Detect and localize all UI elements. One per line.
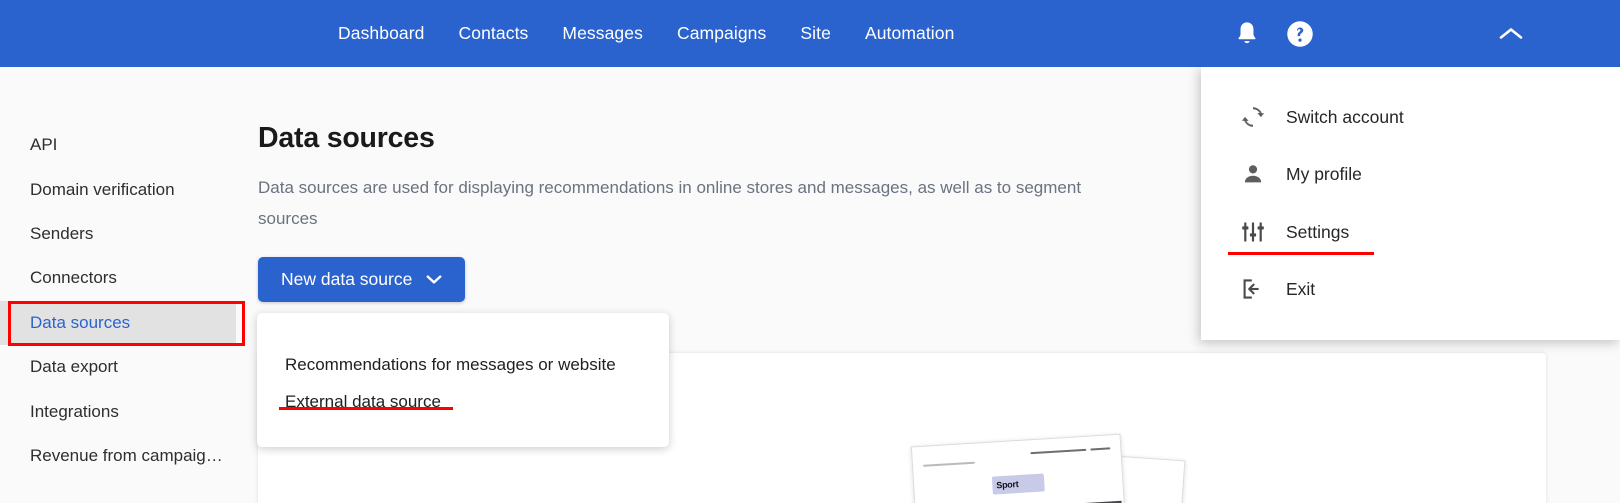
sidebar-item-domain-verification[interactable]: Domain verification: [0, 168, 236, 212]
dropdown-item-recommendations[interactable]: Recommendations for messages or website: [285, 355, 616, 375]
account-menu-label: Settings: [1286, 221, 1350, 242]
account-menu-item-my-profile[interactable]: My profile: [1201, 151, 1620, 197]
preview-sheet-front: Sport SHOP FIND A STORE: [910, 433, 1128, 503]
account-dropdown-menu: Switch account My profile Settings Exit: [1201, 67, 1620, 340]
help-question-icon: [1287, 21, 1313, 47]
sidebar-item-api[interactable]: API: [0, 123, 236, 167]
sidebar-item-revenue-from-campaigns[interactable]: Revenue from campaig…: [0, 434, 236, 478]
annotation-underline-external-data-source: [279, 407, 453, 410]
nav-links: Dashboard Contacts Messages Campaigns Si…: [338, 0, 954, 67]
chevron-up-icon: [1499, 28, 1523, 39]
preview-brand: Sport: [996, 479, 1019, 491]
sidebar-item-data-sources[interactable]: Data sources: [0, 301, 236, 345]
account-menu-label: Switch account: [1286, 106, 1404, 127]
nav-dashboard[interactable]: Dashboard: [338, 23, 425, 44]
nav-site[interactable]: Site: [800, 23, 831, 44]
account-menu-item-settings[interactable]: Settings: [1201, 209, 1620, 255]
sidebar-item-label: Data export: [30, 357, 118, 376]
help-button[interactable]: [1276, 10, 1324, 58]
chevron-down-icon: [426, 274, 442, 284]
account-menu-item-exit[interactable]: Exit: [1201, 266, 1620, 312]
sidebar-item-label: Revenue from campaig…: [30, 446, 223, 465]
new-data-source-label: New data source: [281, 269, 413, 289]
sliders-icon: [1240, 219, 1266, 245]
sidebar-item-label: Integrations: [30, 402, 119, 421]
logout-icon: [1240, 276, 1266, 302]
sidebar-item-label: Connectors: [30, 268, 117, 287]
page-description-line1: Data sources are used for displaying rec…: [258, 178, 1082, 197]
sidebar-item-connectors[interactable]: Connectors: [0, 256, 236, 300]
sidebar-item-label: Data sources: [30, 313, 131, 332]
page-description-line2: sources: [258, 209, 318, 228]
app-root: FIND A STORE Sport SHOP FIND A STORE API…: [0, 0, 1620, 503]
sidebar-item-label: Domain verification: [30, 180, 175, 199]
sidebar-item-data-export[interactable]: Data export: [0, 345, 236, 389]
email-preview-thumbnail: FIND A STORE Sport SHOP FIND A STORE: [908, 432, 1186, 503]
nav-campaigns[interactable]: Campaigns: [677, 23, 766, 44]
annotation-underline-settings: [1228, 252, 1374, 255]
switch-account-icon: [1240, 104, 1266, 130]
sidebar-item-label: API: [30, 135, 58, 154]
settings-sidebar: API Domain verification Senders Connecto…: [0, 67, 253, 503]
page-title: Data sources: [258, 122, 435, 154]
page-description: Data sources are used for displaying rec…: [258, 172, 1258, 234]
nav-automation[interactable]: Automation: [865, 23, 955, 44]
person-icon: [1240, 161, 1266, 187]
nav-contacts[interactable]: Contacts: [459, 23, 529, 44]
sidebar-item-label: Senders: [30, 224, 94, 243]
notifications-bell-button[interactable]: [1223, 10, 1271, 58]
sidebar-item-senders[interactable]: Senders: [0, 212, 236, 256]
account-menu-toggle[interactable]: [1487, 10, 1535, 58]
notifications-bell-icon: [1238, 22, 1256, 44]
account-menu-label: My profile: [1286, 163, 1362, 184]
new-data-source-button[interactable]: New data source: [258, 257, 466, 302]
nav-messages[interactable]: Messages: [562, 23, 643, 44]
sidebar-item-integrations[interactable]: Integrations: [0, 390, 236, 434]
account-menu-item-switch-account[interactable]: Switch account: [1201, 94, 1620, 140]
account-menu-label: Exit: [1286, 278, 1316, 299]
new-data-source-dropdown: Recommendations for messages or website …: [257, 313, 669, 447]
top-navigation-bar: Dashboard Contacts Messages Campaigns Si…: [0, 0, 1620, 67]
